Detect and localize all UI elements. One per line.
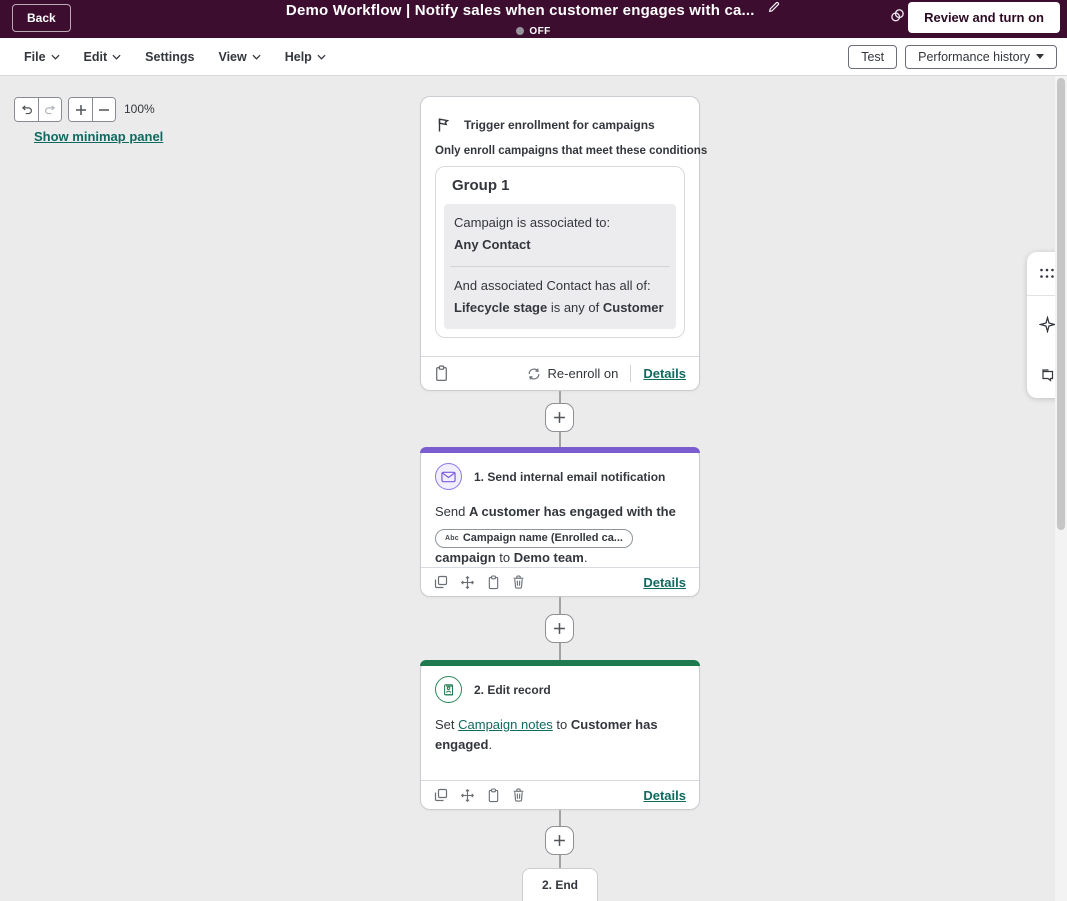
chevron-down-icon xyxy=(51,54,60,60)
menu-file[interactable]: File xyxy=(24,50,60,64)
zoom-level: 100% xyxy=(124,102,155,116)
menu-help[interactable]: Help xyxy=(285,50,326,64)
action-card-edit-record[interactable]: 2. Edit record Set Campaign notes to Cus… xyxy=(420,660,700,810)
email-icon xyxy=(435,463,462,490)
zoom-out-button[interactable] xyxy=(92,98,115,121)
clipboard-icon[interactable] xyxy=(487,574,500,590)
delete-icon[interactable] xyxy=(512,575,525,589)
flag-icon xyxy=(438,118,450,132)
campaign-name-token[interactable]: Abc Campaign name (Enrolled ca... xyxy=(435,528,633,548)
menu-edit[interactable]: Edit xyxy=(84,50,122,64)
undo-icon xyxy=(21,105,32,115)
delete-icon[interactable] xyxy=(512,788,525,802)
connector-line xyxy=(559,597,561,614)
sparkle-icon xyxy=(1038,315,1056,333)
dots-grid-icon xyxy=(1040,268,1054,278)
chevron-down-icon xyxy=(252,54,261,60)
plus-icon xyxy=(75,104,86,115)
caret-down-icon xyxy=(1036,54,1044,59)
footer-divider xyxy=(630,365,632,382)
trigger-details-link[interactable]: Details xyxy=(643,366,686,381)
action1-title: 1. Send internal email notification xyxy=(474,469,666,484)
topbar: Back Demo Workflow | Notify sales when c… xyxy=(0,0,1067,38)
plus-icon xyxy=(554,412,565,423)
show-minimap-link[interactable]: Show minimap panel xyxy=(34,129,163,144)
clone-icon[interactable] xyxy=(434,575,448,589)
action2-details-link[interactable]: Details xyxy=(643,788,686,803)
copy-link-icon[interactable] xyxy=(889,7,906,29)
add-action-button-3[interactable] xyxy=(545,826,574,855)
trigger-card[interactable]: Trigger enrollment for campaigns Only en… xyxy=(420,96,708,391)
chat-icon xyxy=(1042,369,1054,382)
vertical-scrollbar xyxy=(1055,76,1067,901)
workflow-canvas: 100% Show minimap panel Trigger enrollme… xyxy=(0,76,1067,901)
action1-details-link[interactable]: Details xyxy=(643,575,686,590)
trigger-title: Trigger enrollment for campaigns xyxy=(464,118,655,132)
group-title: Group 1 xyxy=(452,177,510,194)
menubar: File Edit Settings View Help Test Perfor… xyxy=(0,38,1067,76)
scrollbar-thumb[interactable] xyxy=(1057,78,1065,530)
plus-icon xyxy=(554,835,565,846)
action-card-send-email[interactable]: 1. Send internal email notification Send… xyxy=(420,447,700,597)
campaign-notes-link[interactable]: Campaign notes xyxy=(458,717,553,732)
minus-icon xyxy=(99,108,109,111)
redo-icon xyxy=(44,105,55,115)
performance-history-dropdown[interactable]: Performance history xyxy=(905,44,1057,69)
clone-icon[interactable] xyxy=(434,788,448,802)
condition-campaign-association[interactable]: Campaign is associated to: Any Contact xyxy=(444,204,676,266)
end-node[interactable]: 2. End xyxy=(522,868,598,901)
sync-icon xyxy=(528,367,539,380)
clipboard-icon[interactable] xyxy=(434,365,449,382)
record-icon xyxy=(435,676,462,703)
connector-line xyxy=(559,855,561,868)
connector-line xyxy=(559,643,561,660)
action1-summary: Send A customer has engaged with the Abc… xyxy=(435,504,676,565)
text-property-icon: Abc xyxy=(445,534,459,542)
action2-title: 2. Edit record xyxy=(474,682,551,697)
action2-summary: Set Campaign notes to Customer has engag… xyxy=(435,717,658,752)
move-icon[interactable] xyxy=(460,575,475,590)
reenroll-toggle[interactable]: Re-enroll on xyxy=(527,366,618,381)
menu-settings[interactable]: Settings xyxy=(145,50,194,64)
redo-button[interactable] xyxy=(38,98,61,121)
connector-line xyxy=(559,810,561,826)
undo-button[interactable] xyxy=(15,98,38,121)
trigger-group-box: Group 1 Campaign is associated to: Any C… xyxy=(435,166,685,338)
menu-view[interactable]: View xyxy=(218,50,261,64)
workflow-status: OFF xyxy=(529,25,551,37)
test-button[interactable]: Test xyxy=(848,44,898,69)
chevron-down-icon xyxy=(112,54,121,60)
add-action-button-2[interactable] xyxy=(545,614,574,643)
clipboard-icon[interactable] xyxy=(487,787,500,803)
zoom-in-button[interactable] xyxy=(69,98,92,121)
review-and-turn-on-button[interactable]: Review and turn on xyxy=(908,2,1060,33)
chevron-down-icon xyxy=(317,54,326,60)
plus-icon xyxy=(554,623,565,634)
connector-line xyxy=(559,432,561,447)
workflow-title: Demo Workflow | Notify sales when custom… xyxy=(285,2,755,19)
trigger-subtitle: Only enroll campaigns that meet these co… xyxy=(435,145,708,157)
workflow-status-dot xyxy=(516,27,525,35)
edit-title-pencil-icon[interactable] xyxy=(767,0,781,19)
condition-lifecycle-stage[interactable]: And associated Contact has all of: Lifec… xyxy=(444,267,676,329)
add-action-button-1[interactable] xyxy=(545,403,574,432)
move-icon[interactable] xyxy=(460,788,475,803)
